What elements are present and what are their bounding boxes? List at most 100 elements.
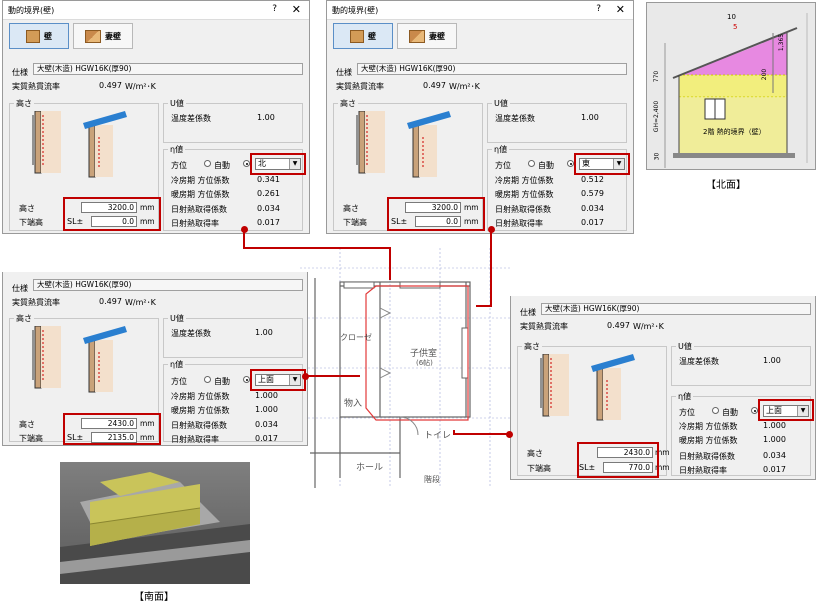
manual-radio[interactable] [567, 160, 574, 167]
cool-coef-label: 冷房期 方位係数 [171, 176, 230, 185]
height-diagram-icon [32, 326, 127, 393]
spec-field[interactable]: 大壁(木造) HGW16K(厚90) [357, 63, 627, 75]
floor-plan: 子供室 (6帖) クローゼ 物入 トイレ ホール 階段 [300, 248, 510, 488]
dialog-north: 動的境界(壁) ? ✕ 壁 妻壁 仕様 大壁(木造) HGW16K(厚90) 実… [2, 0, 310, 234]
elev-dim-7: 30 [653, 152, 661, 161]
flux-value: 0.497 [423, 81, 446, 90]
solar-coef-value: 0.034 [255, 420, 278, 429]
connector-dot-top-right [506, 431, 513, 438]
flux-unit: W/m²･K [125, 298, 156, 307]
gable-mode-button[interactable]: 妻壁 [73, 23, 133, 49]
elev-dim-2: 5 [733, 23, 738, 31]
u-group-title: U値 [492, 98, 510, 109]
wall-mode-label: 壁 [44, 31, 52, 41]
elev-dim-3: 1,365 [778, 33, 786, 52]
close-button[interactable]: ✕ [292, 3, 301, 16]
highlight-height [63, 197, 161, 231]
connector-dot-north [241, 226, 248, 233]
dialog-east: 動的境界(壁) ? ✕ 壁 妻壁 仕様 大壁(木造) HGW16K(厚90) 実… [326, 0, 634, 234]
highlight-height [63, 413, 161, 445]
cool-coef-label: 冷房期 方位係数 [495, 176, 554, 185]
u-group-title: U値 [168, 313, 186, 324]
spec-label: 仕様 [336, 68, 352, 77]
plan-stairs: 階段 [424, 475, 440, 484]
manual-radio[interactable] [243, 376, 250, 383]
dialog-title: 動的境界(壁) [8, 6, 55, 15]
wall-mode-label: 壁 [368, 31, 376, 41]
solar-rate-label: 日射熱取得率 [171, 219, 219, 228]
bottom-label: 下端高 [19, 218, 43, 227]
plan-storage: 物入 [344, 399, 363, 409]
auto-radio[interactable] [712, 407, 719, 414]
auto-radio[interactable] [204, 376, 211, 383]
spec-field[interactable]: 大壁(木造) HGW16K(厚90) [541, 303, 811, 315]
auto-radio[interactable] [204, 160, 211, 167]
eta-group-title: η値 [492, 144, 510, 155]
solar-rate-value: 0.017 [763, 465, 786, 474]
heat-coef-label: 暖房期 方位係数 [171, 190, 230, 199]
highlight-direction [758, 399, 814, 421]
height-label: 高さ [19, 420, 35, 429]
heat-coef-label: 暖房期 方位係数 [495, 190, 554, 199]
solar-coef-value: 0.034 [581, 204, 604, 213]
flux-unit: W/m²･K [125, 82, 156, 91]
temp-coef-label: 温度差係数 [171, 329, 211, 338]
temp-coef-label: 温度差係数 [495, 114, 535, 123]
highlight-height [577, 442, 659, 478]
titlebar: 動的境界(壁) ? ✕ [3, 1, 309, 20]
plan-toilet: トイレ [424, 431, 452, 441]
heat-coef-value: 1.000 [763, 435, 786, 444]
cool-coef-value: 1.000 [763, 421, 786, 430]
auto-radio[interactable] [528, 160, 535, 167]
heat-coef-label: 暖房期 方位係数 [171, 406, 230, 415]
height-label: 高さ [527, 449, 543, 458]
u-group-title: U値 [168, 98, 186, 109]
eta-group-title: η値 [168, 144, 186, 155]
help-button[interactable]: ? [596, 4, 601, 14]
elev-dim-5: 770 [653, 70, 661, 83]
cool-coef-label: 冷房期 方位係数 [171, 392, 230, 401]
close-button[interactable]: ✕ [616, 3, 625, 16]
solar-rate-value: 0.017 [257, 218, 280, 227]
manual-radio[interactable] [243, 160, 250, 167]
gable-mode-label: 妻壁 [429, 31, 445, 41]
south-render [60, 462, 250, 584]
auto-label: 自動 [538, 161, 554, 170]
direction-label: 方位 [495, 161, 511, 170]
plan-room-sub: (6帖) [416, 359, 433, 367]
north-elevation: 10 5 1,365 200 770 GH=2,400 30 2階 熱的境界（壁… [646, 2, 816, 170]
eta-group-title: η値 [168, 359, 186, 370]
manual-radio[interactable] [751, 407, 758, 414]
elev-dim-1: 10 [727, 13, 736, 21]
solar-rate-value: 0.017 [581, 218, 604, 227]
flux-label: 実質熱貫流率 [12, 82, 60, 91]
flux-value: 0.497 [607, 321, 630, 330]
solar-rate-label: 日射熱取得率 [679, 466, 727, 475]
solar-rate-value: 0.017 [255, 434, 278, 443]
temp-coef-value: 1.00 [257, 113, 275, 122]
gable-icon [409, 29, 425, 43]
direction-label: 方位 [679, 408, 695, 417]
connector-dot-top-left [302, 373, 309, 380]
solar-coef-value: 0.034 [763, 451, 786, 460]
heat-coef-value: 0.261 [257, 189, 280, 198]
highlight-direction [250, 153, 306, 175]
wall-mode-button[interactable]: 壁 [333, 23, 393, 49]
spec-field[interactable]: 大壁(木造) HGW16K(厚90) [33, 279, 303, 291]
gable-mode-button[interactable]: 妻壁 [397, 23, 457, 49]
height-diagram-icon [356, 111, 451, 178]
auto-label: 自動 [214, 161, 230, 170]
gable-mode-label: 妻壁 [105, 31, 121, 41]
dialog-top-left: 仕様 大壁(木造) HGW16K(厚90) 実質熱貫流率 0.497 W/m²･… [2, 272, 308, 446]
spec-field[interactable]: 大壁(木造) HGW16K(厚90) [33, 63, 303, 75]
wall-mode-button[interactable]: 壁 [9, 23, 69, 49]
plan-drawing [300, 248, 510, 488]
height-group-title: 高さ [338, 98, 358, 109]
u-group-title: U値 [676, 341, 694, 352]
titlebar: 動的境界(壁) ? ✕ [327, 1, 633, 20]
spec-label: 仕様 [12, 284, 28, 293]
flux-unit: W/m²･K [449, 82, 480, 91]
temp-coef-value: 1.00 [763, 356, 781, 365]
help-button[interactable]: ? [272, 4, 277, 14]
plan-hall: ホール [356, 463, 384, 473]
